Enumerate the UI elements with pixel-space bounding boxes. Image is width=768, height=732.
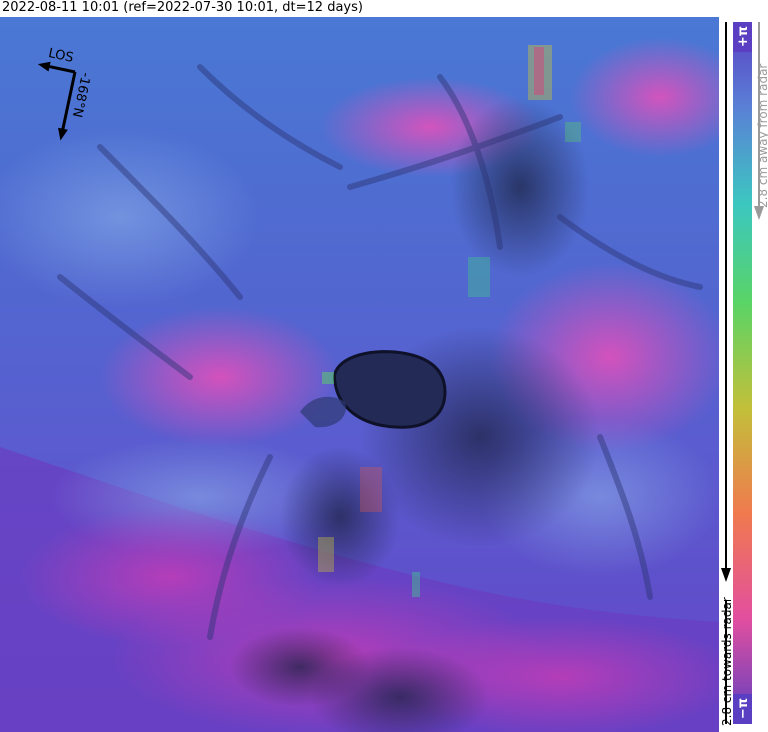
colorbar-top-label: +π [733, 22, 752, 52]
away-from-radar-label: 2.8 cm away from radar [756, 63, 768, 208]
page-title: 2022-08-11 10:01 (ref=2022-07-30 10:01, … [2, 0, 363, 15]
towards-bracket [721, 22, 731, 582]
towards-radar-label: 2.8 cm towards radar [720, 597, 734, 726]
colorbar [733, 22, 752, 724]
interferogram-map [0, 17, 719, 732]
colorbar-bottom-label: −π [733, 694, 752, 724]
